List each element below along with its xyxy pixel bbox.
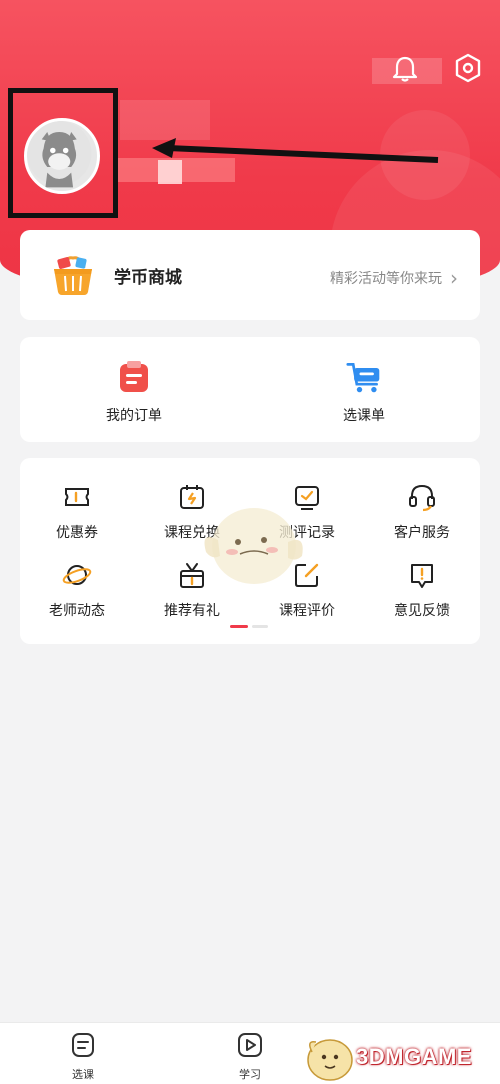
cart-icon — [346, 363, 380, 393]
feedback-button[interactable]: 意见反馈 — [372, 560, 472, 620]
coin-mall-subtitle: 精彩活动等你来玩 › — [330, 266, 458, 290]
watermark-text: 3DMGAME — [356, 1044, 472, 1069]
orders-card: 我的订单 选课单 — [20, 337, 480, 442]
settings-icon[interactable] — [452, 52, 484, 84]
feedback-icon — [411, 564, 433, 588]
play-icon — [238, 1033, 262, 1057]
tab-study[interactable]: 学习 — [215, 1031, 285, 1082]
teacher-news-button[interactable]: 老师动态 — [27, 560, 127, 620]
site-watermark: 3DMGAME — [300, 1030, 500, 1084]
chevron-right-icon: › — [450, 266, 458, 290]
page-indicator-inactive — [252, 625, 268, 628]
course-cart-button[interactable]: 选课单 — [304, 359, 424, 425]
coupon-label: 优惠券 — [56, 525, 98, 541]
course-cart-label: 选课单 — [343, 408, 385, 424]
mascot-watermark — [204, 508, 303, 584]
planet-icon — [62, 565, 92, 585]
page-indicator-active — [230, 625, 248, 628]
customer-service-label: 客户服务 — [394, 525, 450, 541]
teacher-news-label: 老师动态 — [49, 603, 105, 619]
order-icon — [120, 361, 148, 392]
headset-icon — [409, 484, 435, 512]
course-list-icon — [72, 1033, 94, 1057]
my-orders-button[interactable]: 我的订单 — [74, 359, 194, 425]
avatar-image — [27, 121, 92, 188]
feedback-label: 意见反馈 — [394, 603, 450, 619]
page-indicator — [230, 625, 270, 628]
basket-icon — [54, 256, 92, 295]
my-orders-label: 我的订单 — [106, 408, 162, 424]
referral-gift-label: 推荐有礼 — [164, 603, 220, 619]
coin-mall-card[interactable]: 学币商城 精彩活动等你来玩 › — [20, 230, 480, 320]
tab-courses[interactable]: 选课 — [48, 1031, 118, 1082]
coin-mall-title: 学币商城 — [114, 268, 182, 288]
bell-icon[interactable] — [390, 54, 420, 84]
annotation-arrow — [152, 138, 439, 163]
course-review-label: 课程评价 — [279, 603, 335, 619]
mascot-logo-icon — [307, 1039, 353, 1081]
customer-service-button[interactable]: 客户服务 — [372, 482, 472, 542]
tab-study-label: 学习 — [239, 1068, 261, 1081]
coupon-icon — [65, 488, 89, 506]
avatar[interactable] — [24, 118, 100, 194]
tab-courses-label: 选课 — [72, 1068, 94, 1081]
coupon-button[interactable]: 优惠券 — [27, 482, 127, 542]
coin-mall-subtitle-text: 精彩活动等你来玩 — [330, 271, 442, 287]
